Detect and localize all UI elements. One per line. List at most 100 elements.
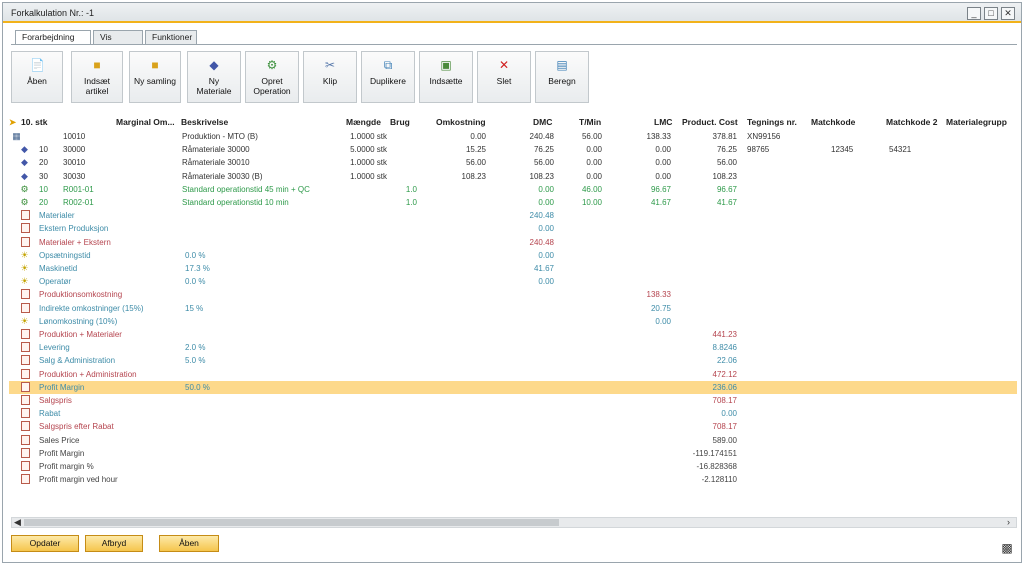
table-row[interactable]: Salgspris efter Rabat 708.17 <box>9 420 1017 433</box>
table-row[interactable]: ☀ Lønomkostning (10%) 0.00 <box>9 315 1017 328</box>
col-matchcode[interactable]: Matchkode <box>811 117 855 127</box>
level-arrow-icon: ➤ <box>9 117 17 127</box>
new-assembly-button[interactable]: ■ Ny samling <box>129 51 181 103</box>
open-button[interactable]: 📄 Åben <box>11 51 63 103</box>
col-margin[interactable]: Marginal Om... <box>116 117 175 127</box>
col-drawing-no[interactable]: Tegnings nr. <box>747 117 797 127</box>
col-quantity[interactable]: Mængde <box>346 117 381 127</box>
col-level[interactable]: 10. stk <box>21 117 47 127</box>
resize-grip-icon[interactable]: ▩ <box>1000 541 1014 555</box>
row-label: Opsætningstid <box>39 250 91 260</box>
row-margin-percent: 17.3 % <box>185 264 210 273</box>
table-row[interactable]: Sales Price 589.00 <box>9 434 1017 447</box>
tab-vis[interactable]: Vis <box>93 30 143 45</box>
insert-article-button[interactable]: ■ Indsæt artikel <box>71 51 123 103</box>
new-material-button[interactable]: ◆ Ny Materiale <box>187 51 241 103</box>
open-bottom-button[interactable]: Åben <box>159 535 219 552</box>
table-row[interactable]: ◆ 10 30000 Råmateriale 30000 5.0000 stk 15.25… <box>9 143 1017 156</box>
gear-icon: ⚙ <box>20 197 29 207</box>
update-button[interactable]: Opdater <box>11 535 79 552</box>
scroll-thumb[interactable] <box>24 519 559 526</box>
table-row[interactable]: Produktion + Administration 472.12 <box>9 368 1017 381</box>
col-lmc[interactable]: LMC <box>654 117 672 127</box>
row-position: 10 <box>39 145 48 155</box>
row-tmin: 10.00 <box>581 198 602 207</box>
table-row[interactable]: Profit Margin -119.174151 <box>9 447 1017 460</box>
table-row[interactable]: Salg & Administration 5.0 % 22.06 <box>9 354 1017 367</box>
calculate-button[interactable]: ▤ Beregn <box>535 51 589 103</box>
row-description: Standard operationstid 45 min + QC <box>182 184 310 194</box>
duplicate-button[interactable]: ⧉ Duplikere <box>361 51 415 103</box>
row-drawing-no: XN99156 <box>747 132 781 141</box>
col-matchcode-2[interactable]: Matchkode 2 <box>886 117 938 127</box>
table-row[interactable]: Salgspris 708.17 <box>9 394 1017 407</box>
table-row[interactable]: ◆ 30 30030 Råmateriale 30030 (B) 1.0000 stk 1… <box>9 170 1017 183</box>
table-row[interactable]: Profit margin % -16.828368 <box>9 460 1017 473</box>
row-margin-percent: 2.0 % <box>185 343 206 353</box>
table-row[interactable]: Produktionsomkostning 138.33 <box>9 288 1017 301</box>
row-product-cost: -2.128110 <box>701 475 737 485</box>
close-button[interactable]: ✕ <box>1001 7 1015 20</box>
table-row[interactable]: ☀ Maskinetid 17.3 % 41.67 <box>9 262 1017 275</box>
cancel-button[interactable]: Afbryd <box>85 535 143 552</box>
delete-label: Slet <box>496 76 512 86</box>
table-row[interactable]: Materialer + Ekstern 240.48 <box>9 236 1017 249</box>
scroll-left-icon[interactable]: ◀ <box>14 517 21 528</box>
row-product-cost: 8.8246 <box>712 343 737 353</box>
col-dmc[interactable]: DMC <box>533 117 552 127</box>
row-label: Produktionsomkostning <box>39 290 123 300</box>
table-row[interactable]: ☀ Operatør 0.0 % 0.00 <box>9 275 1017 288</box>
row-label: Salgspris efter Rabat <box>39 422 114 432</box>
table-row[interactable]: Profit margin ved hour -2.128110 <box>9 473 1017 486</box>
table-row[interactable]: ☀ Opsætningstid 0.0 % 0.00 <box>9 249 1017 262</box>
col-description[interactable]: Beskrivelse <box>181 117 228 127</box>
horizontal-scrollbar[interactable]: ◀ › <box>11 517 1017 528</box>
table-row[interactable]: Ekstern Produksjon 0.00 <box>9 222 1017 235</box>
paste-button[interactable]: ▣ Indsætte <box>419 51 473 103</box>
table-row[interactable]: ◆ 20 30010 Råmateriale 30010 1.0000 stk 56.00… <box>9 156 1017 169</box>
row-label: Sales Price <box>39 435 80 445</box>
cut-button[interactable]: ✂ Klip <box>303 51 357 103</box>
table-row[interactable]: Produktion + Materialer 441.23 <box>9 328 1017 341</box>
table-row[interactable]: Indirekte omkostninger (15%) 15 % 20.75 <box>9 302 1017 315</box>
create-operation-button[interactable]: ⚙ Opret Operation <box>245 51 299 103</box>
table-row[interactable]: Levering 2.0 % 8.8246 <box>9 341 1017 354</box>
col-material-group[interactable]: Materialegrupp <box>946 117 1007 127</box>
row-label: Materialer <box>39 211 75 221</box>
row-item-number: 30030 <box>63 171 86 181</box>
table-row[interactable]: ⚙ 20 R002-01 Standard operationstid 10 min 1… <box>9 196 1017 209</box>
row-description: Råmateriale 30030 (B) <box>182 171 263 181</box>
row-tmin: 0.00 <box>586 145 602 155</box>
bulb-icon: ☀ <box>20 276 29 287</box>
doc-icon <box>21 447 30 458</box>
create-operation-label: Opret Operation <box>253 76 291 96</box>
col-tmin[interactable]: T/Min <box>579 117 601 127</box>
row-product-cost: 96.67 <box>716 184 737 194</box>
row-lmc: 0.00 <box>655 145 671 155</box>
doc-icon <box>21 329 30 339</box>
title-bar: Forkalkulation Nr.: -1 _ □ ✕ <box>3 3 1021 23</box>
delete-button[interactable]: ✕ Slet <box>477 51 531 103</box>
ribbon-toolbar: 📄 Åben ■ Indsæt artikel ■ Ny samling ◆ N… <box>3 45 1021 109</box>
row-tmin: 0.00 <box>586 171 602 181</box>
row-label: Levering <box>39 343 70 353</box>
col-cost[interactable]: Omkostning <box>436 117 486 127</box>
row-tmin: 46.00 <box>581 184 602 194</box>
scroll-right-icon[interactable]: › <box>1007 517 1010 527</box>
table-row[interactable]: Profit Margin 50.0 % 236.06 <box>9 380 1017 394</box>
tab-forarbejdning[interactable]: Forarbejdning <box>15 30 91 45</box>
tab-funktioner[interactable]: Funktioner <box>145 30 197 45</box>
maximize-button[interactable]: □ <box>984 7 998 20</box>
paste-label: Indsætte <box>429 76 463 86</box>
table-row[interactable]: ⚙ 10 R001-01 Standard operationstid 45 min … <box>9 183 1017 196</box>
doc-icon <box>21 474 30 485</box>
col-product-cost[interactable]: Product. Cost <box>682 117 738 127</box>
table-row[interactable]: ▦ 10010 Produktion - MTO (B) 1.0000 stk 0.00… <box>9 130 1017 143</box>
table-row[interactable]: Materialer 240.48 <box>9 209 1017 222</box>
table-row[interactable]: Rabat 0.00 <box>9 407 1017 420</box>
folder-icon: ■ <box>151 58 159 72</box>
minimize-button[interactable]: _ <box>967 7 981 20</box>
col-use[interactable]: Brug <box>390 117 410 127</box>
cube-icon: ◆ <box>21 144 28 155</box>
new-assembly-label: Ny samling <box>133 76 177 86</box>
